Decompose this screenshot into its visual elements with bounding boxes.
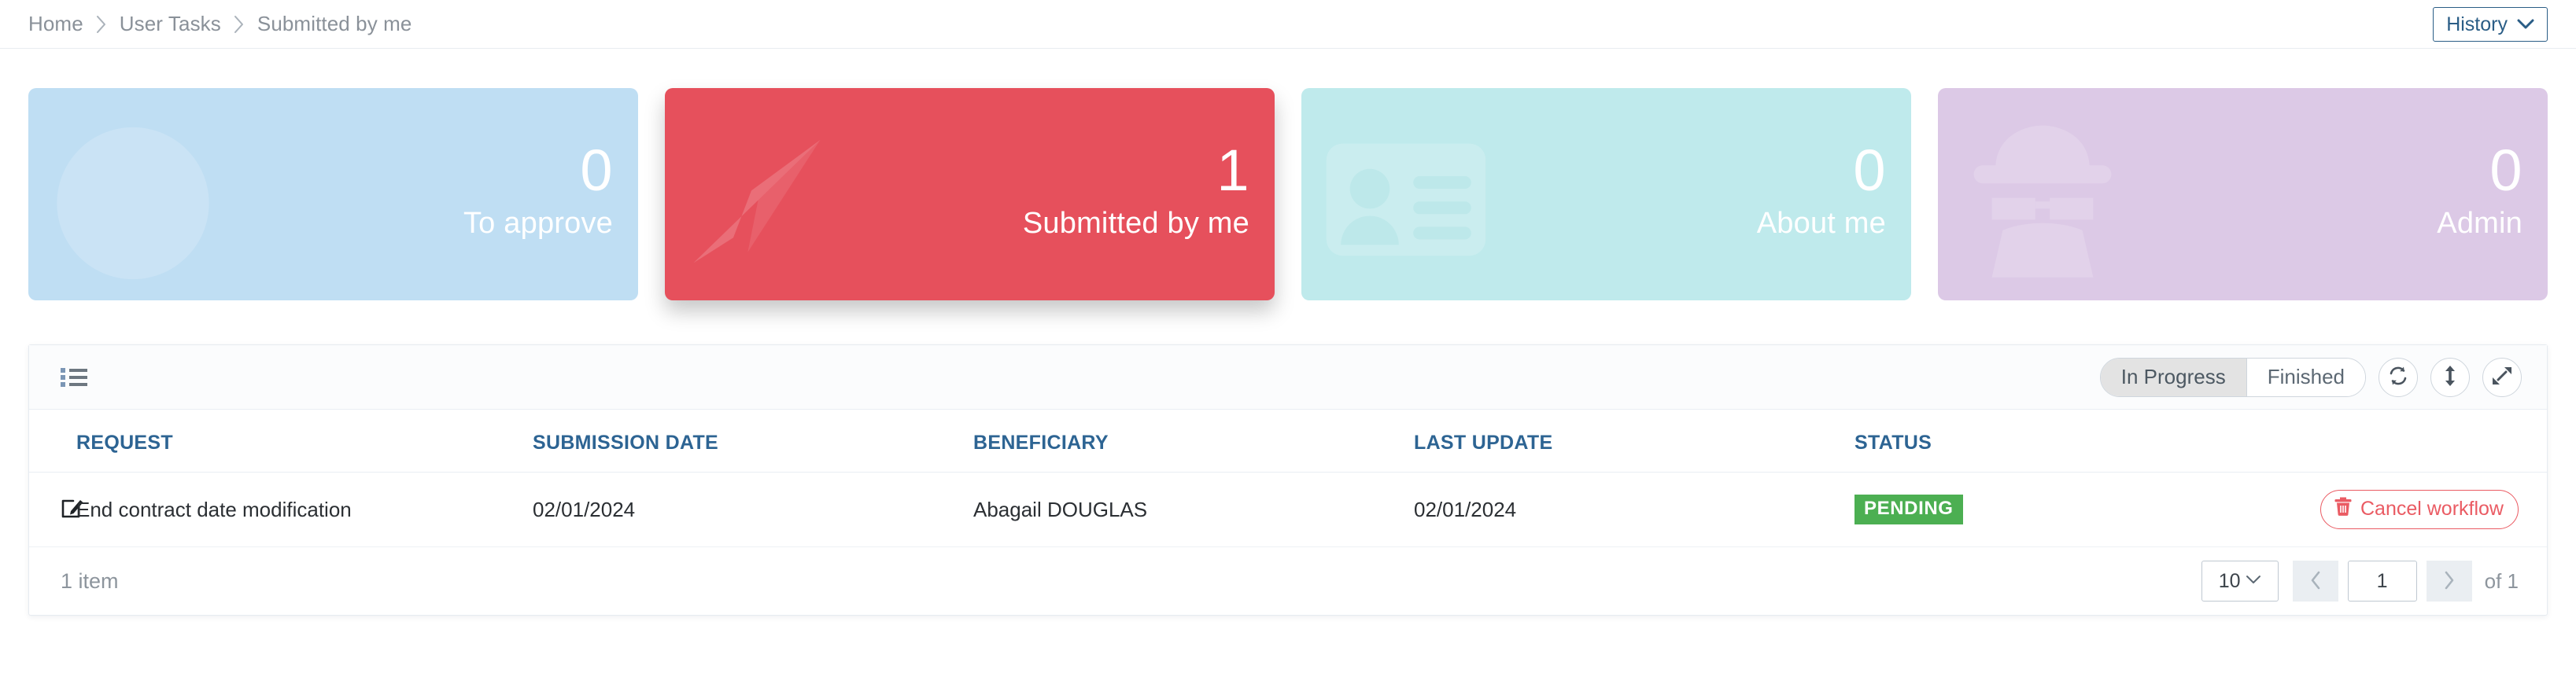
kpi-card-to-approve[interactable]: 0 To approve: [28, 88, 638, 300]
cell-actions: Cancel workflow: [2264, 472, 2547, 547]
panel-toolbar: In Progress Finished: [29, 345, 2547, 410]
kpi-value: 0: [1853, 138, 1886, 204]
chevron-down-icon: [2246, 574, 2261, 588]
prev-page-button[interactable]: [2292, 561, 2338, 602]
chevron-right-icon: [94, 14, 109, 35]
breadcrumb-item-home[interactable]: Home: [28, 12, 83, 36]
page-size-value: 10: [2218, 569, 2241, 592]
kpi-card-row: 0 To approve 1 Submitted by me 0 About m…: [0, 49, 2576, 300]
check-circle-icon: [42, 104, 223, 285]
refresh-button[interactable]: [2379, 357, 2418, 397]
kpi-label: Submitted by me: [1022, 206, 1249, 240]
top-bar: Home User Tasks Submitted by me History: [0, 0, 2576, 49]
page-size-select[interactable]: 10: [2201, 561, 2279, 602]
chevron-right-icon: [2443, 570, 2456, 593]
list-icon[interactable]: [61, 366, 87, 388]
breadcrumb: Home User Tasks Submitted by me: [28, 12, 411, 36]
row-edit-cell: [29, 472, 83, 547]
total-pages-label: of 1: [2484, 568, 2519, 593]
chevron-left-icon: [2309, 570, 2322, 593]
table-body: End contract date modification 02/01/202…: [29, 472, 2547, 547]
kpi-value: 1: [1216, 138, 1249, 204]
col-actions: [2264, 410, 2547, 473]
kpi-value: 0: [580, 138, 613, 204]
history-button-label: History: [2446, 13, 2508, 35]
panel-footer: 1 item 10 of 1: [29, 547, 2547, 615]
chevron-right-icon: [232, 14, 246, 35]
kpi-card-submitted-by-me[interactable]: 1 Submitted by me: [665, 88, 1275, 300]
breadcrumb-item-user-tasks[interactable]: User Tasks: [120, 12, 221, 36]
breadcrumb-item-current: Submitted by me: [256, 12, 412, 35]
kpi-label: Admin: [2437, 206, 2522, 240]
kpi-label: About me: [1756, 206, 1886, 240]
col-submission-date: SUBMISSION DATE: [533, 410, 973, 473]
trash-icon: [2334, 496, 2353, 522]
col-status: STATUS: [1854, 410, 2264, 473]
tasks-panel: In Progress Finished REQUEST SUBMISSION …: [28, 344, 2548, 616]
cancel-workflow-button[interactable]: Cancel workflow: [2320, 490, 2519, 529]
paper-plane-icon: [679, 104, 860, 285]
table-row[interactable]: End contract date modification 02/01/202…: [29, 472, 2547, 547]
kpi-value: 0: [2489, 138, 2522, 204]
col-beneficiary: BENEFICIARY: [973, 410, 1414, 473]
col-request: REQUEST: [76, 410, 533, 473]
page-number-input[interactable]: [2347, 561, 2417, 602]
cell-submission-date: 02/01/2024: [533, 472, 973, 547]
next-page-button[interactable]: [2426, 561, 2472, 602]
cancel-workflow-label: Cancel workflow: [2360, 498, 2504, 520]
filter-finished[interactable]: Finished: [2246, 358, 2365, 396]
kpi-card-about-me[interactable]: 0 About me: [1301, 88, 1911, 300]
tasks-table: REQUEST SUBMISSION DATE BENEFICIARY LAST…: [29, 410, 2547, 547]
toolbar-actions: In Progress Finished: [2099, 357, 2522, 397]
status-filter-group: In Progress Finished: [2099, 357, 2366, 397]
cell-last-update: 02/01/2024: [1414, 472, 1854, 547]
cell-status: PENDING: [1854, 472, 2264, 547]
detective-icon: [1952, 104, 2133, 285]
cell-beneficiary: Abagail DOUGLAS: [973, 472, 1414, 547]
expand-rows-button[interactable]: [2430, 357, 2470, 397]
col-row-action: [29, 410, 76, 473]
kpi-label: To approve: [463, 206, 613, 240]
table-header: REQUEST SUBMISSION DATE BENEFICIARY LAST…: [29, 410, 2547, 473]
pagination: 10 of 1: [2201, 561, 2519, 602]
fullscreen-icon: [2491, 365, 2513, 389]
expand-rows-icon: [2440, 365, 2460, 389]
id-card-icon: [1316, 104, 1497, 285]
status-badge: PENDING: [1854, 495, 1963, 524]
kpi-card-admin[interactable]: 0 Admin: [1938, 88, 2548, 300]
refresh-icon: [2387, 365, 2409, 389]
col-last-update: LAST UPDATE: [1414, 410, 1854, 473]
filter-in-progress[interactable]: In Progress: [2100, 358, 2246, 396]
cell-request: End contract date modification: [76, 472, 533, 547]
history-button[interactable]: History: [2433, 7, 2548, 42]
item-count: 1 item: [61, 568, 119, 593]
chevron-down-icon: [2517, 19, 2534, 30]
fullscreen-button[interactable]: [2482, 357, 2522, 397]
